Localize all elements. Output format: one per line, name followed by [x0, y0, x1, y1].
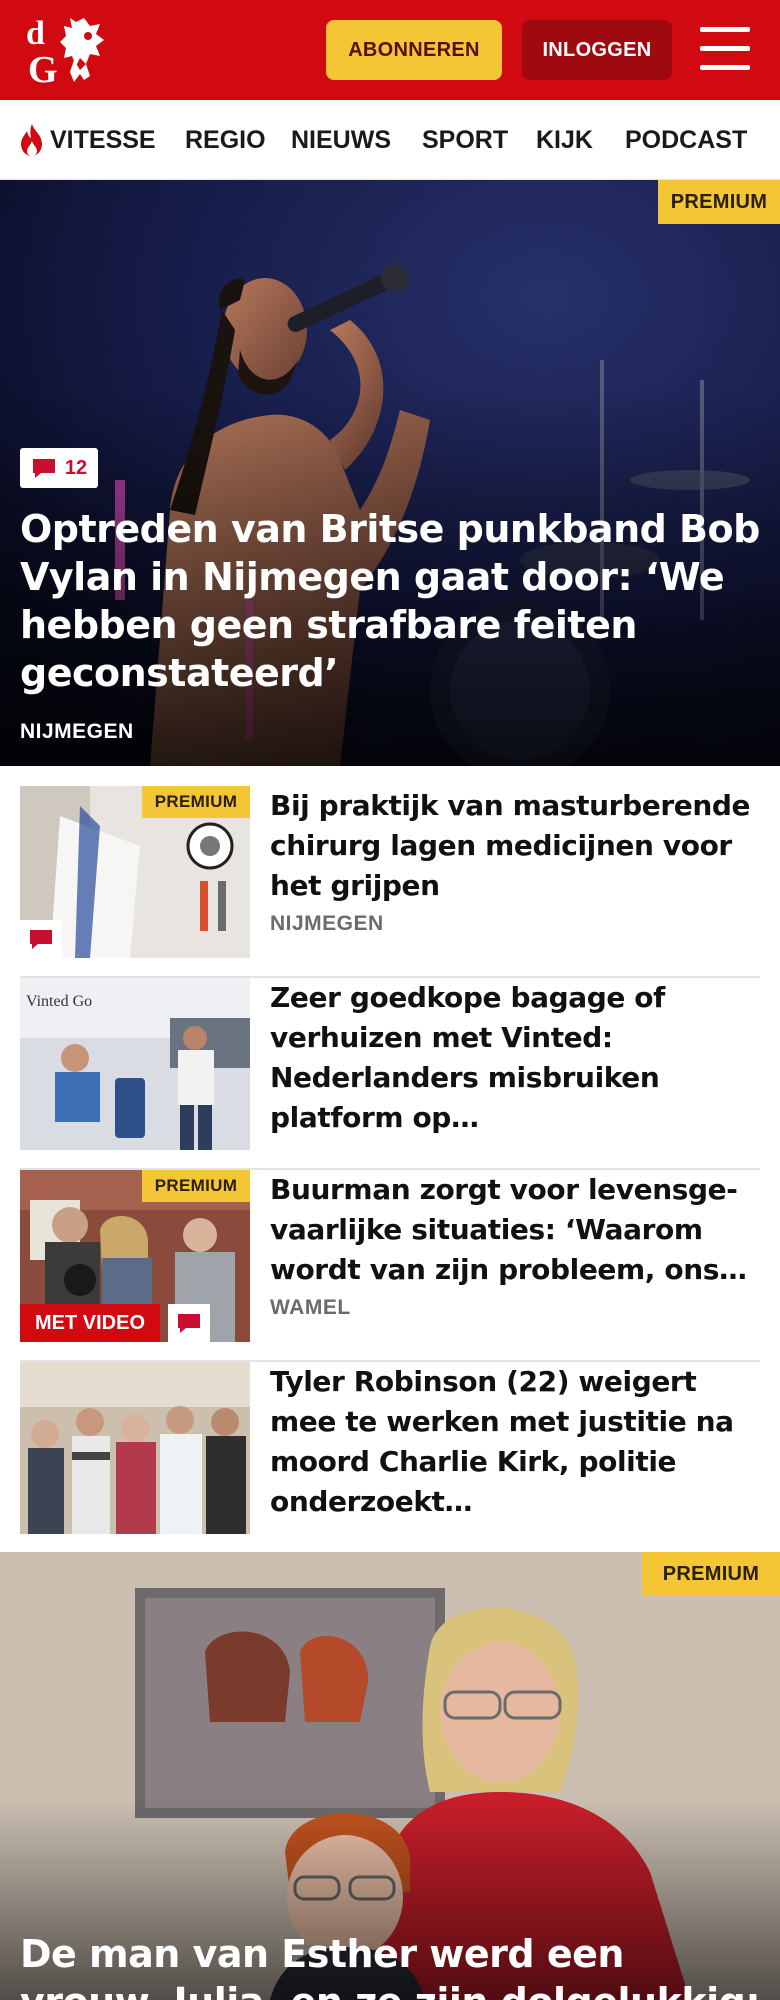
- svg-text:d: d: [26, 15, 45, 52]
- subscribe-button[interactable]: ABONNEREN: [326, 20, 502, 80]
- nav-item-podcast[interactable]: PODCAST: [625, 100, 747, 180]
- comment-count-badge[interactable]: 12: [20, 448, 98, 488]
- article-title[interactable]: Buurman zorgt voor levensge­vaarlijke si…: [270, 1170, 760, 1290]
- hero-article-2[interactable]: PREMIUM De man van Esther werd een vrouw…: [0, 1552, 780, 2000]
- premium-badge: PREMIUM: [142, 1170, 250, 1202]
- comment-count: 12: [64, 456, 88, 479]
- section-nav: VITESSE REGIO NIEUWS SPORT KIJK PODCAST: [0, 100, 780, 180]
- article-location: NIJMEGEN: [270, 912, 384, 935]
- article-title[interactable]: Tyler Robinson (22) weigert mee te werke…: [270, 1362, 760, 1522]
- article-item[interactable]: PREMIUM MET VIDEO Buurman zorgt voor lev…: [20, 1170, 760, 1362]
- comment-icon: [32, 459, 55, 478]
- article-thumbnail: [20, 1362, 250, 1534]
- article-thumbnail: PREMIUM: [20, 786, 250, 958]
- svg-text:G: G: [28, 49, 58, 90]
- login-button[interactable]: INLOGGEN: [522, 20, 672, 80]
- article-item[interactable]: Tyler Robinson (22) weigert mee te werke…: [20, 1362, 760, 1554]
- premium-badge: PREMIUM: [142, 786, 250, 818]
- hero2-title[interactable]: De man van Esther werd een vrouw, Julia,…: [20, 1930, 770, 2000]
- menu-icon[interactable]: [700, 27, 750, 71]
- article-title[interactable]: Zeer goedkope bagage of verhuizen met Vi…: [270, 978, 760, 1138]
- hero-article[interactable]: PREMIUM 12 Optreden van Britse punkband …: [0, 180, 780, 766]
- comment-badge[interactable]: [20, 920, 62, 958]
- flame-icon: [21, 124, 42, 156]
- nav-item-nieuws[interactable]: NIEUWS: [291, 100, 391, 180]
- site-logo[interactable]: d G: [24, 10, 118, 90]
- top-bar: d G ABONNEREN INLOGGEN: [0, 0, 780, 100]
- nav-item-label: VITESSE: [50, 125, 156, 154]
- article-thumbnail: Vinted Go: [20, 978, 250, 1150]
- svg-text:Vinted Go: Vinted Go: [26, 993, 92, 1010]
- comment-icon: [178, 1314, 200, 1333]
- article-item[interactable]: PREMIUM Bij praktijk van masturberende c…: [20, 786, 760, 978]
- nav-item-vitesse[interactable]: VITESSE: [18, 100, 156, 180]
- nav-item-sport[interactable]: SPORT: [422, 100, 508, 180]
- hero-title[interactable]: Optreden van Britse punkband Bob Vylan i…: [20, 505, 760, 697]
- video-label: MET VIDEO: [20, 1304, 160, 1342]
- article-item[interactable]: Vinted Go Zeer goedkope bagage of verhui…: [20, 978, 760, 1170]
- nav-item-regio[interactable]: REGIO: [185, 100, 266, 180]
- article-title[interactable]: Bij praktijk van masturberende chirurg l…: [270, 786, 760, 906]
- premium-badge: PREMIUM: [658, 180, 780, 224]
- nav-item-kijk[interactable]: KIJK: [536, 100, 593, 180]
- comment-icon: [30, 930, 52, 949]
- premium-badge: PREMIUM: [642, 1552, 780, 1596]
- article-location: WAMEL: [270, 1296, 351, 1319]
- article-thumbnail: PREMIUM MET VIDEO: [20, 1170, 250, 1342]
- comment-badge[interactable]: [168, 1304, 210, 1342]
- hero-location: NIJMEGEN: [20, 720, 134, 743]
